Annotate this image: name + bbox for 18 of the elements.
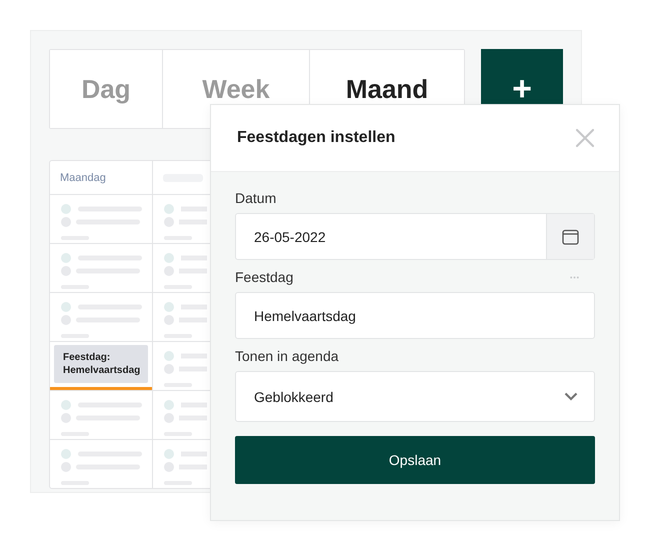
placeholder-drawing xyxy=(163,252,207,292)
save-button[interactable]: Opslaan xyxy=(235,436,595,484)
holiday-event[interactable]: Feestdag: Hemelvaartsdag xyxy=(54,345,148,383)
field-label: Feestdag xyxy=(235,269,294,285)
placeholder-drawing xyxy=(163,203,207,243)
chevron-down-icon xyxy=(564,392,578,401)
calendar-icon[interactable] xyxy=(562,228,579,244)
select-field[interactable]: Geblokkeerd xyxy=(235,371,595,422)
more-icon xyxy=(570,276,579,278)
field-label: Tonen in agenda xyxy=(235,348,339,364)
day-header: Maandag xyxy=(60,172,106,184)
placeholder-drawing xyxy=(163,399,207,439)
dialog-title: Feestdagen instellen xyxy=(237,129,396,147)
placeholder-drawing xyxy=(163,350,207,390)
date-field[interactable]: 26-05-2022 xyxy=(235,213,595,260)
field-label: Datum xyxy=(235,190,276,206)
text-field[interactable]: Hemelvaartsdag xyxy=(235,292,595,339)
placeholder-drawing xyxy=(163,301,207,341)
